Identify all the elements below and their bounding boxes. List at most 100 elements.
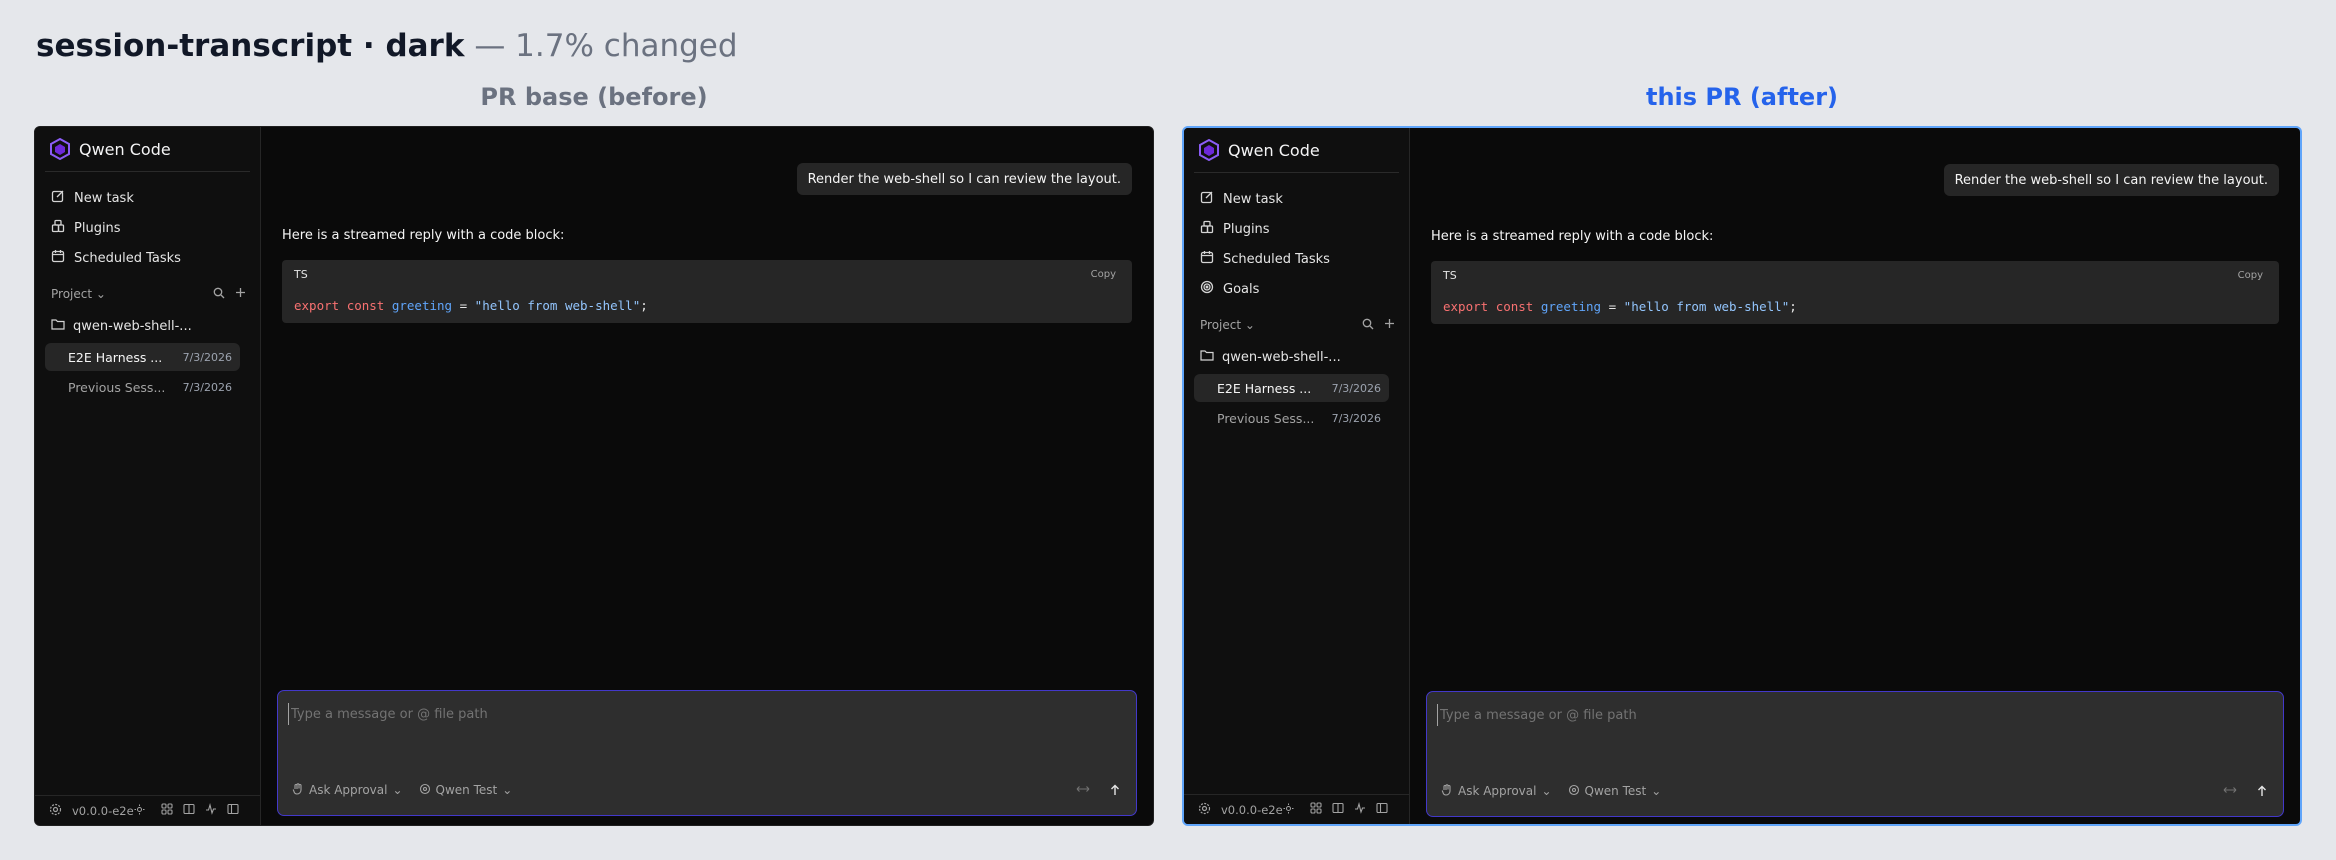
code-line: export const greeting = "hello from web-…: [1443, 299, 1797, 314]
plugin-icon: [51, 219, 65, 237]
plus-icon[interactable]: [1384, 318, 1395, 332]
folder-icon: [51, 318, 65, 334]
session-date: 7/3/2026: [1331, 381, 1381, 395]
composer-toolbar: Ask Approval ⌄ Qwen Test ⌄: [1441, 780, 2271, 802]
code-language: TS: [294, 268, 308, 281]
code-token: export: [294, 298, 340, 313]
chevron-down-icon: ⌄: [1541, 784, 1552, 798]
model-label: Qwen Test: [435, 783, 498, 797]
project-folder[interactable]: qwen-web-shell-...: [1200, 346, 1395, 368]
after-screenshot-panel: Qwen Code New task Plugins Scheduled Tas…: [1182, 126, 2302, 826]
message-input[interactable]: [1437, 704, 2273, 726]
folder-name: qwen-web-shell-...: [73, 318, 192, 334]
nav-label: Scheduled Tasks: [74, 250, 181, 266]
nav-new-task[interactable]: New task: [43, 183, 252, 213]
expand-icon[interactable]: [1076, 783, 1090, 797]
code-token: const: [1495, 299, 1534, 314]
session-item[interactable]: E2E Harness ... 7/3/2026: [1194, 374, 1389, 402]
chevron-down-icon: ⌄: [392, 783, 403, 797]
user-message: Render the web-shell so I can review the…: [1943, 164, 2279, 196]
activity-icon[interactable]: [1354, 801, 1366, 817]
project-dropdown[interactable]: Project ⌄: [1200, 318, 1255, 332]
copy-button[interactable]: Copy: [2238, 270, 2263, 281]
session-title: E2E Harness ...: [1217, 380, 1312, 396]
book-icon[interactable]: [183, 803, 195, 818]
code-token: ;: [640, 298, 648, 313]
nav-goals[interactable]: Goals: [1192, 274, 1401, 304]
chevron-down-icon: ⌄: [95, 287, 106, 301]
sun-icon[interactable]: [134, 804, 145, 818]
calendar-clock-icon: [51, 249, 65, 267]
nav-label: Goals: [1223, 281, 1260, 297]
version-label: v0.0.0-e2e: [72, 803, 134, 818]
nav-label: Scheduled Tasks: [1223, 251, 1330, 267]
activity-icon[interactable]: [205, 802, 217, 818]
send-button[interactable]: [1106, 781, 1124, 799]
composer: Ask Approval ⌄ Qwen Test ⌄: [277, 690, 1137, 816]
code-token: "hello from web-shell": [474, 298, 641, 313]
sidebar-toggle-icon[interactable]: [227, 803, 239, 818]
hand-icon: [292, 782, 304, 798]
chevron-down-icon: ⌄: [1651, 784, 1662, 798]
assistant-reply: Here is a streamed reply with a code blo…: [1431, 229, 1714, 244]
sun-icon[interactable]: [1283, 803, 1294, 817]
nav-plugins[interactable]: Plugins: [1192, 214, 1401, 244]
settings-icon[interactable]: [1198, 802, 1211, 818]
code-token: ;: [1789, 299, 1797, 314]
session-date: 7/3/2026: [182, 350, 232, 364]
brand[interactable]: Qwen Code: [1198, 138, 1320, 162]
code-token: "hello from web-shell": [1623, 299, 1790, 314]
edit-icon: [51, 189, 65, 207]
approval-mode-dropdown[interactable]: Ask Approval ⌄: [1441, 783, 1552, 799]
before-column-title: PR base (before): [480, 83, 708, 111]
grid-icon[interactable]: [161, 803, 173, 818]
session-item[interactable]: Previous Sess... 7/3/2026: [1194, 404, 1389, 432]
sidebar-toggle-icon[interactable]: [1376, 802, 1388, 817]
edit-icon: [1200, 190, 1214, 208]
search-icon[interactable]: [213, 287, 225, 302]
page-title: session-transcript · dark — 1.7% changed: [36, 28, 738, 64]
project-header: Project ⌄: [1200, 315, 1395, 335]
model-dropdown[interactable]: Qwen Test ⌄: [419, 783, 512, 798]
project-dropdown[interactable]: Project ⌄: [51, 287, 106, 301]
nav-scheduled-tasks[interactable]: Scheduled Tasks: [43, 243, 252, 273]
code-line: export const greeting = "hello from web-…: [294, 298, 648, 313]
copy-button[interactable]: Copy: [1091, 269, 1116, 280]
nav-scheduled-tasks[interactable]: Scheduled Tasks: [1192, 244, 1401, 274]
composer: Ask Approval ⌄ Qwen Test ⌄: [1426, 691, 2284, 817]
assistant-reply: Here is a streamed reply with a code blo…: [282, 228, 565, 243]
version-label: v0.0.0-e2e: [1221, 802, 1283, 817]
code-token: export: [1443, 299, 1489, 314]
project-folder[interactable]: qwen-web-shell-...: [51, 315, 246, 337]
message-input[interactable]: [288, 703, 1126, 725]
session-title: Previous Sess...: [1217, 410, 1315, 426]
app-name: Qwen Code: [1228, 140, 1320, 160]
nav-plugins[interactable]: Plugins: [43, 213, 252, 243]
page-title-suffix: — 1.7% changed: [474, 28, 738, 64]
session-item[interactable]: Previous Sess... 7/3/2026: [45, 373, 240, 401]
approval-label: Ask Approval: [1458, 784, 1537, 798]
search-icon[interactable]: [1362, 318, 1374, 333]
expand-icon[interactable]: [2223, 784, 2237, 798]
book-icon[interactable]: [1332, 802, 1344, 817]
model-dropdown[interactable]: Qwen Test ⌄: [1568, 784, 1662, 799]
approval-mode-dropdown[interactable]: Ask Approval ⌄: [292, 782, 403, 798]
code-token: const: [346, 298, 385, 313]
folder-name: qwen-web-shell-...: [1222, 349, 1341, 365]
session-item[interactable]: E2E Harness ... 7/3/2026: [45, 343, 240, 371]
user-message: Render the web-shell so I can review the…: [796, 163, 1132, 195]
project-header: Project ⌄: [51, 284, 246, 304]
grid-icon[interactable]: [1310, 802, 1322, 817]
plus-icon[interactable]: [235, 287, 246, 301]
brand[interactable]: Qwen Code: [49, 137, 171, 161]
sidebar-nav: New task Plugins Scheduled Tasks Goals: [1192, 184, 1401, 304]
app-name: Qwen Code: [79, 139, 171, 159]
code-token: greeting: [1540, 299, 1602, 314]
chat-area: Render the web-shell so I can review the…: [1410, 128, 2300, 824]
nav-new-task[interactable]: New task: [1192, 184, 1401, 214]
qwen-logo-icon: [49, 138, 71, 160]
settings-icon[interactable]: [49, 803, 62, 819]
nav-label: Plugins: [1223, 221, 1270, 237]
send-button[interactable]: [2253, 782, 2271, 800]
before-screenshot-panel: Qwen Code New task Plugins Scheduled Tas…: [34, 126, 1154, 826]
